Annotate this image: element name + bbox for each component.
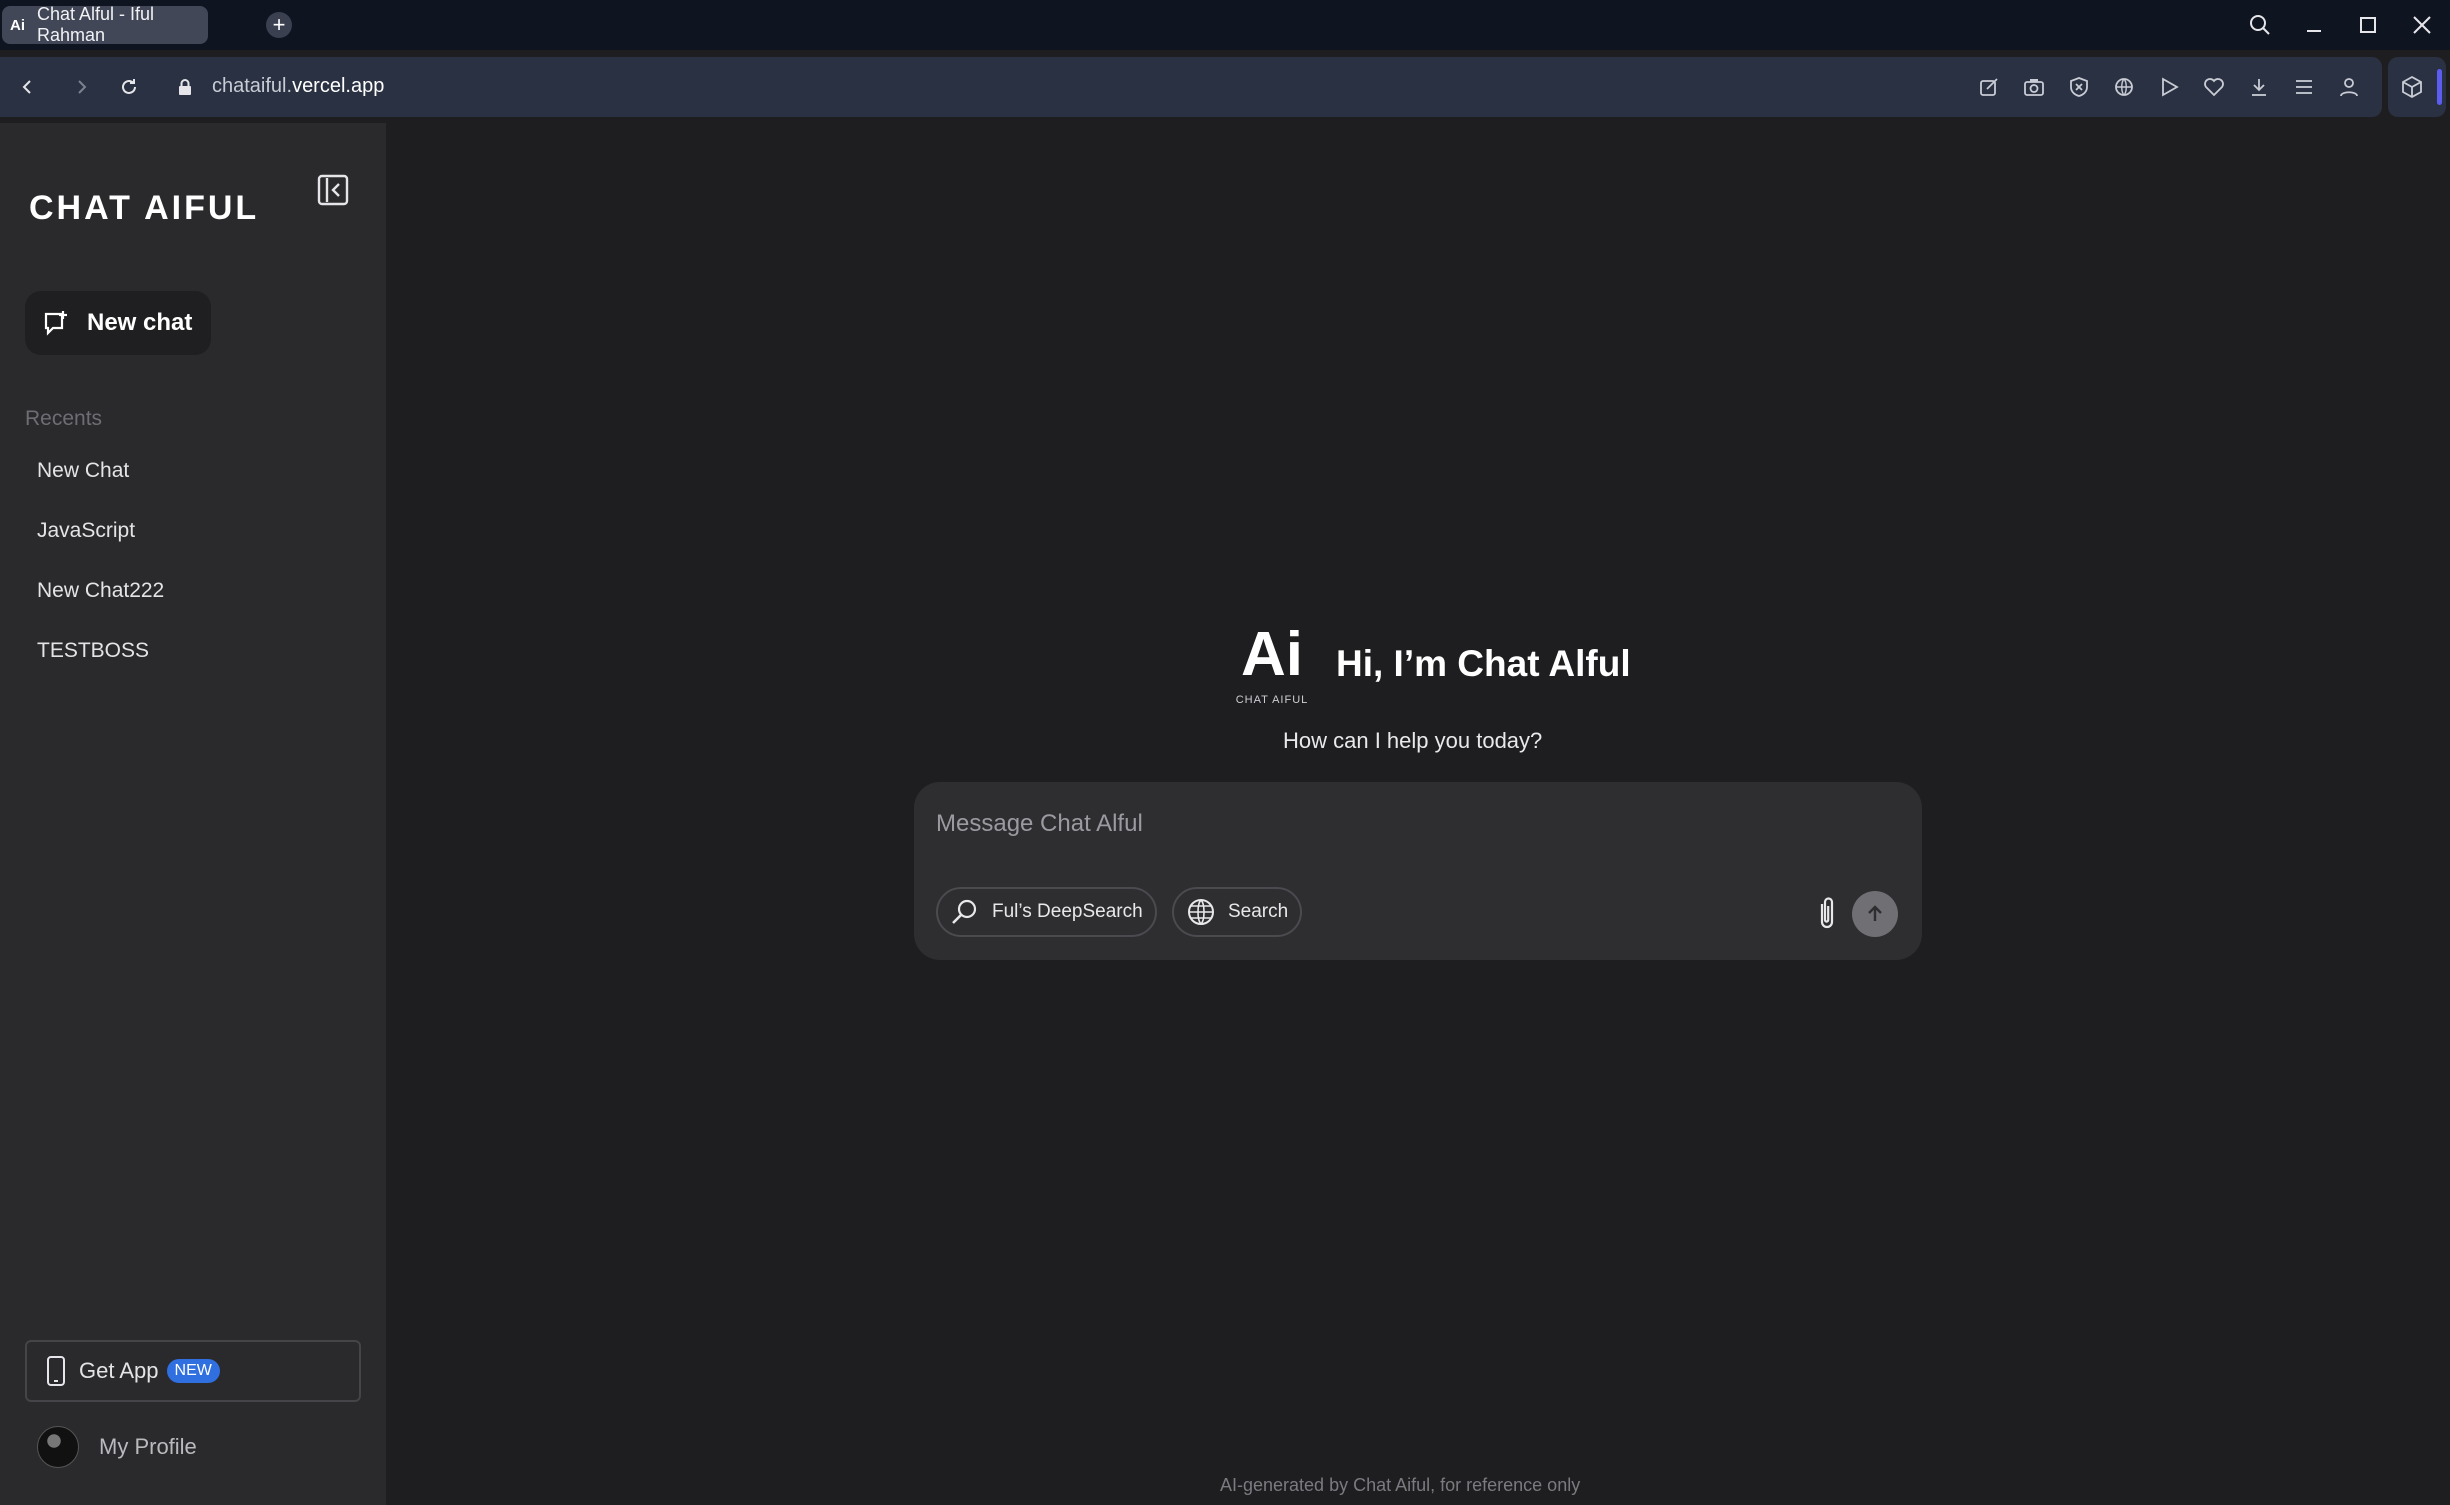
recent-chat-item[interactable]: New Chat222 <box>37 579 164 603</box>
forward-icon[interactable] <box>65 70 99 104</box>
deepsearch-button[interactable]: Ful’s DeepSearch <box>936 887 1157 937</box>
tab-favicon: Ai <box>10 16 25 34</box>
vpn-globe-icon[interactable] <box>2107 70 2141 104</box>
edit-icon[interactable] <box>1972 70 2006 104</box>
download-icon[interactable] <box>2242 70 2276 104</box>
logo-mark: Ai <box>1241 620 1303 689</box>
chat-aiful-logo: Ai CHAT AIFUL <box>1232 624 1312 714</box>
reload-icon[interactable] <box>112 70 146 104</box>
phone-icon <box>47 1356 65 1386</box>
profile-label: My Profile <box>99 1434 197 1459</box>
account-icon[interactable] <box>2332 70 2366 104</box>
lock-icon <box>168 70 202 104</box>
get-app-label: Get App <box>79 1358 159 1383</box>
deepsearch-label: Ful’s DeepSearch <box>992 901 1143 922</box>
back-icon[interactable] <box>10 70 44 104</box>
url-field[interactable]: chataiful.vercel.app <box>212 75 384 98</box>
camera-icon[interactable] <box>2017 70 2051 104</box>
heart-icon[interactable] <box>2197 70 2231 104</box>
new-chat-button[interactable]: New chat <box>25 291 211 355</box>
menu-lines-icon[interactable] <box>2287 70 2321 104</box>
cube-icon <box>2400 75 2424 104</box>
tab-title: Chat Alful - Iful Rahman <box>37 4 155 45</box>
greeting-heading: Hi, I’m Chat Alful <box>1336 643 1631 684</box>
maximize-icon[interactable] <box>2350 8 2386 42</box>
message-composer: Ful’s DeepSearch Search <box>914 782 1922 960</box>
avatar <box>37 1426 79 1468</box>
recent-chat-item[interactable]: New Chat <box>37 459 129 483</box>
new-chat-label: New chat <box>87 309 193 336</box>
new-chat-icon <box>44 311 67 336</box>
browser-titlebar: Ai Chat Alful - Iful Rahman + <box>0 0 2450 50</box>
send-button[interactable] <box>1852 891 1898 937</box>
browser-search-icon[interactable] <box>2242 8 2278 42</box>
url-prefix: chataiful. <box>212 75 293 97</box>
search-button[interactable]: Search <box>1172 887 1303 937</box>
recent-chat-item[interactable]: JavaScript <box>37 519 135 543</box>
magnifier-icon <box>952 899 977 924</box>
disclaimer-text: AI-generated by Chat Aiful, for referenc… <box>1220 1475 1581 1495</box>
message-input[interactable] <box>936 804 1836 844</box>
play-icon[interactable] <box>2152 70 2186 104</box>
get-app-button[interactable]: Get App NEW <box>25 1340 361 1402</box>
brand-title: CHAT AIFUL <box>29 189 260 227</box>
my-profile-button[interactable]: My Profile <box>37 1426 197 1468</box>
recent-chat-item[interactable]: TESTBOSS <box>37 639 149 663</box>
extension-panel[interactable] <box>2388 57 2446 117</box>
browser-tab-active[interactable]: Ai Chat Alful - Iful Rahman <box>2 4 208 45</box>
greeting-subtitle: How can I help you today? <box>1283 728 1543 753</box>
minimize-icon[interactable] <box>2296 8 2332 42</box>
globe-icon <box>1188 899 1214 925</box>
collapse-sidebar-icon[interactable] <box>316 173 350 209</box>
sidebar: CHAT AIFUL New chat Recents New Chat Jav… <box>0 123 386 1505</box>
arrow-up-icon <box>1868 905 1882 921</box>
sidebar-accent-bar <box>2437 69 2442 105</box>
recents-heading: Recents <box>25 407 103 430</box>
url-domain: vercel.app <box>292 75 385 97</box>
shield-icon[interactable] <box>2062 70 2096 104</box>
close-window-icon[interactable] <box>2404 8 2440 42</box>
new-tab-button[interactable]: + <box>266 12 292 38</box>
attach-icon[interactable] <box>1810 894 1844 932</box>
new-badge: NEW <box>166 1359 220 1383</box>
logo-caption: CHAT AIFUL <box>1235 694 1309 706</box>
search-label: Search <box>1228 901 1289 922</box>
